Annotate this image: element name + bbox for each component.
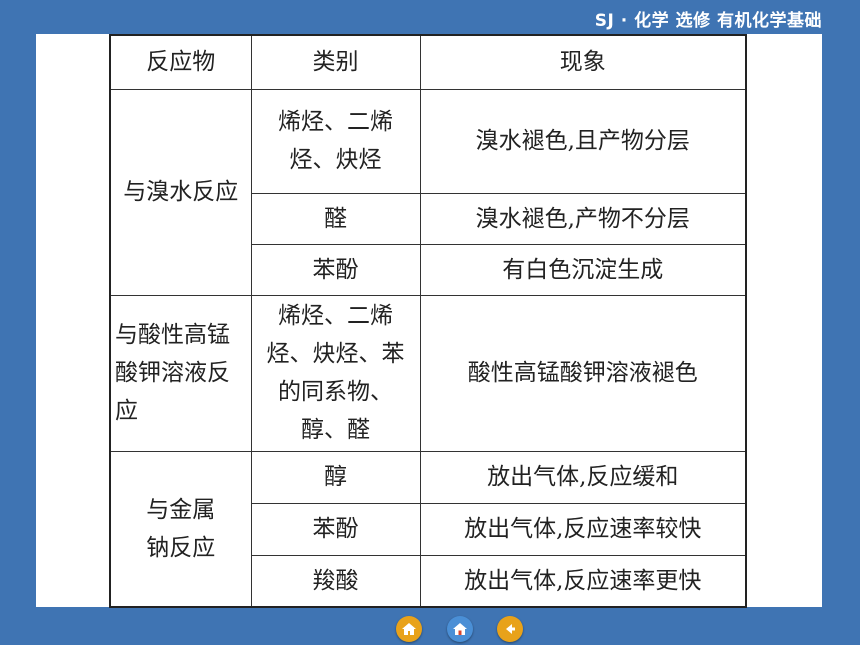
nav-home-button[interactable] <box>396 616 422 642</box>
nav-back-button[interactable] <box>497 616 523 642</box>
category-cell: 醛 <box>250 192 421 245</box>
header-cell-reactant: 反应物 <box>109 34 252 90</box>
phenomenon-cell: 放出气体,反应缓和 <box>419 450 747 504</box>
table-header-row: 反应物 类别 现象 <box>109 34 747 90</box>
category-cell: 苯酚 <box>250 502 421 556</box>
header-cell-phenomenon: 现象 <box>419 34 747 90</box>
category-cell: 羧酸 <box>250 554 421 608</box>
phenomenon-cell: 放出气体,反应速率更快 <box>419 554 747 608</box>
table-row: 与金属钠反应 醇 放出气体,反应缓和 <box>109 450 747 608</box>
slide-content: 反应物 类别 现象 与溴水反应 烯烃、二烯烃、炔烃 溴水褪色,且产物分层 醛 溴… <box>36 34 822 608</box>
header-title: SJ · 化学 选修 有机化学基础 <box>594 11 822 31</box>
phenomenon-cell: 溴水褪色,且产物分层 <box>419 88 747 194</box>
home-icon <box>402 623 416 635</box>
phenomenon-cell: 放出气体,反应速率较快 <box>419 502 747 556</box>
header-cell-category: 类别 <box>250 34 421 90</box>
slide-navigation <box>0 616 860 642</box>
reactant-cell: 与酸性高锰酸钾溶液反应 <box>109 294 252 452</box>
category-cell: 烯烃、二烯烃、炔烃、苯的同系物、醇、醛 <box>250 294 421 452</box>
category-cell: 烯烃、二烯烃、炔烃 <box>250 88 421 194</box>
category-cell: 醇 <box>250 450 421 504</box>
category-cell: 苯酚 <box>250 243 421 296</box>
nav-main-button[interactable] <box>447 616 473 642</box>
reactant-cell: 与金属钠反应 <box>109 450 252 608</box>
back-icon <box>506 624 515 634</box>
phenomenon-cell: 酸性高锰酸钾溶液褪色 <box>419 294 747 452</box>
phenomenon-cell: 有白色沉淀生成 <box>419 243 747 296</box>
reactant-cell: 与溴水反应 <box>109 88 252 296</box>
home-main-icon <box>453 623 467 635</box>
table-row: 与溴水反应 烯烃、二烯烃、炔烃 溴水褪色,且产物分层 <box>109 88 747 296</box>
phenomenon-cell: 溴水褪色,产物不分层 <box>419 192 747 245</box>
reaction-table: 反应物 类别 现象 与溴水反应 烯烃、二烯烃、炔烃 溴水褪色,且产物分层 醛 溴… <box>109 34 747 608</box>
table-row: 与酸性高锰酸钾溶液反应 烯烃、二烯烃、炔烃、苯的同系物、醇、醛 酸性高锰酸钾溶液… <box>109 294 747 452</box>
